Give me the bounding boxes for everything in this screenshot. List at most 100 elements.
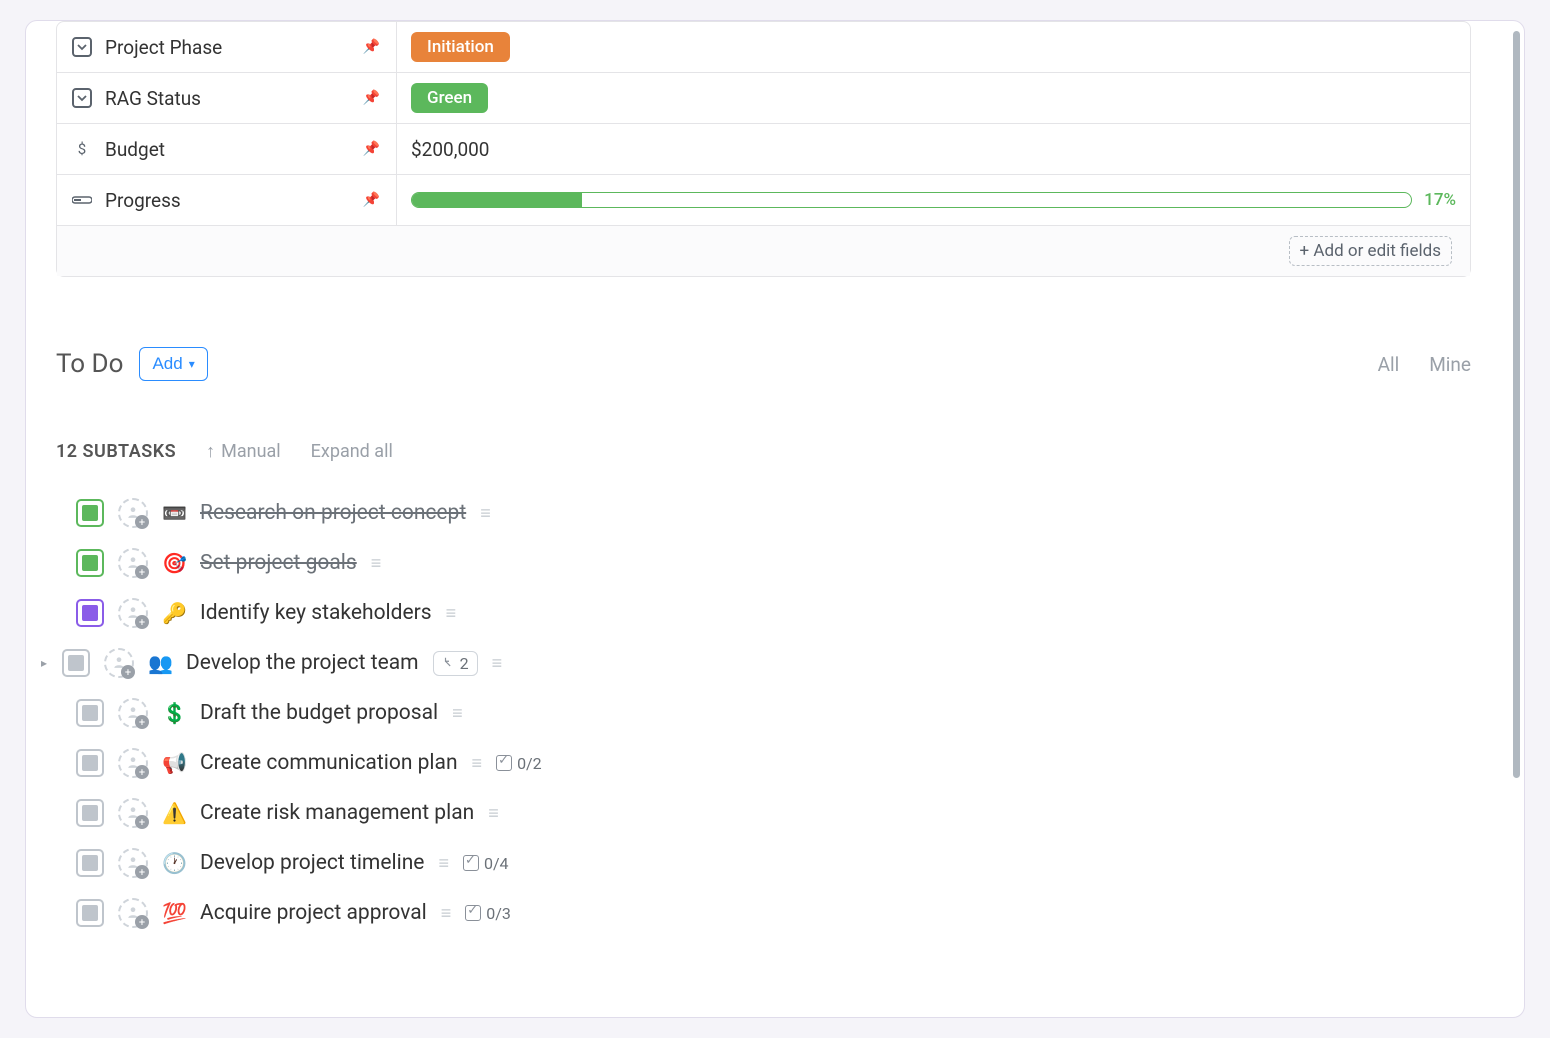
expand-all-button[interactable]: Expand all (311, 441, 393, 462)
field-value-cell[interactable]: Green (397, 73, 1470, 123)
status-inner (82, 905, 98, 921)
drag-handle-icon[interactable]: ≡ (488, 803, 499, 824)
checklist-count: 0/3 (486, 904, 511, 923)
drag-handle-icon[interactable]: ≡ (438, 853, 449, 874)
task-row[interactable]: 💲Draft the budget proposal≡ (56, 698, 1471, 728)
assignee-avatar[interactable] (118, 848, 148, 878)
field-value-cell[interactable]: $200,000 (397, 124, 1470, 174)
task-status-checkbox[interactable] (62, 649, 90, 677)
task-emoji-icon: 👥 (148, 651, 172, 675)
checklist-badge[interactable]: 0/3 (465, 904, 511, 923)
task-status-checkbox[interactable] (76, 599, 104, 627)
task-row[interactable]: 📼Research on project concept≡ (56, 498, 1471, 528)
status-inner (82, 855, 98, 871)
task-title[interactable]: Create communication plan (200, 751, 458, 775)
task-title[interactable]: Acquire project approval (200, 901, 427, 925)
field-label-cell: $ Budget 📌 (57, 124, 397, 174)
assignee-avatar[interactable] (118, 898, 148, 928)
field-rag-status[interactable]: RAG Status 📌 Green (57, 73, 1470, 124)
field-progress[interactable]: Progress 📌 17% (57, 175, 1470, 226)
field-value-cell[interactable]: Initiation (397, 22, 1470, 72)
task-emoji-icon: 💯 (162, 901, 186, 925)
field-project-phase[interactable]: Project Phase 📌 Initiation (57, 22, 1470, 73)
task-emoji-icon: 🔑 (162, 601, 186, 625)
task-emoji-icon: ⚠️ (162, 801, 186, 825)
task-emoji-icon: 🎯 (162, 551, 186, 575)
drag-handle-icon[interactable]: ≡ (446, 603, 457, 624)
status-inner (82, 805, 98, 821)
task-title[interactable]: Identify key stakeholders (200, 601, 432, 625)
field-budget[interactable]: $ Budget 📌 $200,000 (57, 124, 1470, 175)
filter-all[interactable]: All (1378, 353, 1400, 376)
task-status-checkbox[interactable] (76, 699, 104, 727)
sort-mode[interactable]: ↑ Manual (206, 441, 281, 462)
task-list: 📼Research on project concept≡🎯Set projec… (56, 498, 1471, 928)
progress-icon (71, 189, 93, 211)
task-status-checkbox[interactable] (76, 799, 104, 827)
task-title[interactable]: Develop the project team (186, 651, 419, 675)
todo-title: To Do (56, 349, 123, 379)
assignee-avatar[interactable] (118, 548, 148, 578)
filter-tabs: All Mine (1378, 353, 1471, 376)
add-task-button[interactable]: Add (139, 347, 207, 381)
status-inner (82, 755, 98, 771)
drag-handle-icon[interactable]: ≡ (492, 653, 503, 674)
task-emoji-icon: 🕐 (162, 851, 186, 875)
drag-handle-icon[interactable]: ≡ (452, 703, 463, 724)
checklist-icon (463, 855, 479, 871)
checklist-count: 0/2 (517, 754, 542, 773)
scrollbar[interactable] (1513, 31, 1520, 778)
task-row[interactable]: 🎯 Set project goals ≡ (56, 548, 1471, 578)
expand-caret-icon[interactable]: ▸ (38, 656, 50, 670)
field-label-cell: Project Phase 📌 (57, 22, 397, 72)
assignee-avatar[interactable] (118, 498, 148, 528)
status-inner (82, 505, 98, 521)
status-inner (82, 555, 98, 571)
add-edit-fields-link[interactable]: + Add or edit fields (1289, 236, 1452, 266)
task-status-checkbox[interactable] (76, 749, 104, 777)
field-label: RAG Status (105, 87, 201, 110)
task-row[interactable]: ▸👥Develop the project team2≡ (56, 648, 1471, 678)
field-value-cell[interactable]: 17% (397, 175, 1470, 225)
pin-icon[interactable]: 📌 (363, 141, 380, 157)
pin-icon[interactable]: 📌 (363, 39, 380, 55)
task-status-checkbox[interactable] (76, 899, 104, 927)
todo-header: To Do Add All Mine (56, 347, 1471, 381)
assignee-avatar[interactable] (118, 748, 148, 778)
sort-label: Manual (221, 441, 281, 462)
task-row[interactable]: 🕐 Develop project timeline ≡ 0/4 (56, 848, 1471, 878)
task-row[interactable]: 🔑 Identify key stakeholders ≡ (56, 598, 1471, 628)
task-row[interactable]: 💯 Acquire project approval ≡ 0/3 (56, 898, 1471, 928)
pin-icon[interactable]: 📌 (363, 192, 380, 208)
task-status-checkbox[interactable] (76, 849, 104, 877)
progress-percent: 17% (1424, 190, 1456, 210)
task-title[interactable]: Develop project timeline (200, 851, 424, 875)
subtask-count-badge[interactable]: 2 (433, 651, 478, 676)
task-status-checkbox[interactable] (76, 499, 104, 527)
progress-fill (412, 193, 582, 207)
assignee-avatar[interactable] (118, 798, 148, 828)
checklist-icon (465, 905, 481, 921)
dropdown-icon (71, 36, 93, 58)
task-title[interactable]: Draft the budget proposal (200, 701, 438, 725)
filter-mine[interactable]: Mine (1429, 353, 1471, 376)
progress-bar[interactable] (411, 192, 1412, 208)
assignee-avatar[interactable] (104, 648, 134, 678)
rag-badge: Green (411, 83, 488, 113)
status-inner (82, 605, 98, 621)
checklist-badge[interactable]: 0/2 (496, 754, 542, 773)
assignee-avatar[interactable] (118, 598, 148, 628)
task-row[interactable]: ⚠️ Create risk management plan ≡ (56, 798, 1471, 828)
task-title[interactable]: Create risk management plan (200, 801, 474, 825)
pin-icon[interactable]: 📌 (363, 90, 380, 106)
assignee-avatar[interactable] (118, 698, 148, 728)
task-title[interactable]: Research on project concept (200, 501, 466, 525)
drag-handle-icon[interactable]: ≡ (441, 903, 452, 924)
task-row[interactable]: 📢Create communication plan≡0/2 (56, 748, 1471, 778)
task-status-checkbox[interactable] (76, 549, 104, 577)
task-title[interactable]: Set project goals (200, 551, 357, 575)
drag-handle-icon[interactable]: ≡ (480, 503, 491, 524)
checklist-badge[interactable]: 0/4 (463, 854, 509, 873)
drag-handle-icon[interactable]: ≡ (371, 553, 382, 574)
drag-handle-icon[interactable]: ≡ (472, 753, 483, 774)
